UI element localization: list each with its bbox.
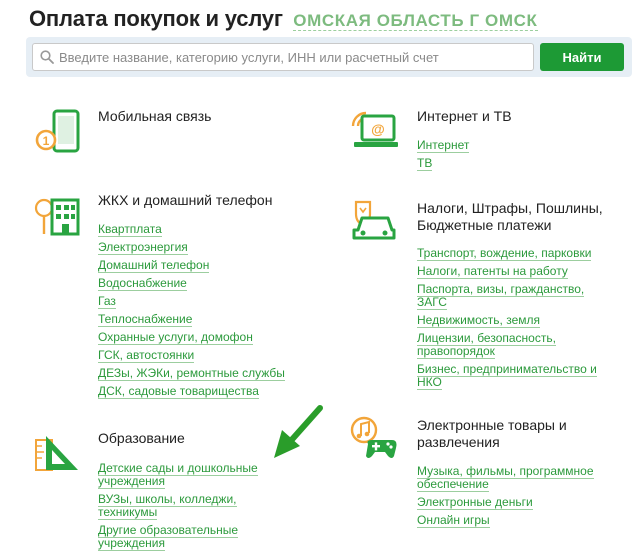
list-item: Газ bbox=[98, 292, 285, 310]
list-item: Другие образовательные bbox=[98, 521, 258, 538]
list-item: Бизнес, предпринимательство и bbox=[417, 360, 597, 377]
links-list: Детские сады и дошкольные учреждения ВУЗ… bbox=[98, 459, 258, 552]
list-item: Домашний телефон bbox=[98, 256, 285, 274]
list-item: ДСК, садовые товарищества bbox=[98, 382, 285, 400]
link-e-money[interactable]: Электронные деньги bbox=[417, 495, 533, 510]
links-list: Музыка, фильмы, программное обеспечение … bbox=[417, 462, 594, 529]
mobile-phone-icon: 1 bbox=[35, 109, 80, 153]
search-input[interactable] bbox=[59, 44, 524, 70]
ruler-triangle-icon bbox=[35, 436, 78, 471]
list-item: Лицензии, безопасность, bbox=[417, 329, 597, 346]
link-kvartplata[interactable]: Квартплата bbox=[98, 222, 162, 237]
link-kindergartens-cont[interactable]: учреждения bbox=[98, 474, 165, 489]
list-item: Недвижимость, земля bbox=[417, 311, 597, 329]
search-bar: Найти bbox=[26, 37, 632, 77]
house-tree-icon bbox=[34, 198, 80, 236]
svg-text:1: 1 bbox=[43, 134, 50, 148]
page-header: Оплата покупок и услуг ОМСКАЯ ОБЛАСТЬ Г … bbox=[29, 6, 538, 32]
region-selector[interactable]: ОМСКАЯ ОБЛАСТЬ Г ОМСК bbox=[293, 11, 538, 31]
list-item: Квартплата bbox=[98, 220, 285, 238]
link-electricity[interactable]: Электроэнергия bbox=[98, 240, 188, 255]
category-title[interactable]: Образование bbox=[98, 430, 185, 447]
link-taxes-patents[interactable]: Налоги, патенты на работу bbox=[417, 264, 568, 279]
link-water[interactable]: Водоснабжение bbox=[98, 276, 187, 291]
laptop-wifi-icon: @ bbox=[351, 111, 398, 147]
link-online-games[interactable]: Онлайн игры bbox=[417, 513, 490, 528]
link-dez[interactable]: ДЕЗы, ЖЭКи, ремонтные службы bbox=[98, 366, 285, 381]
list-item: Музыка, фильмы, программное bbox=[417, 462, 594, 479]
link-other-edu-cont[interactable]: учреждения bbox=[98, 536, 165, 551]
list-item: ТВ bbox=[417, 154, 469, 172]
list-item: Электронные деньги bbox=[417, 493, 594, 511]
pointer-arrow-icon bbox=[274, 405, 323, 458]
links-list: Квартплата Электроэнергия Домашний телеф… bbox=[98, 220, 285, 400]
link-licenses-cont[interactable]: правопорядок bbox=[417, 344, 495, 359]
list-item: Теплоснабжение bbox=[98, 310, 285, 328]
list-item: Охранные услуги, домофон bbox=[98, 328, 285, 346]
link-passports-cont[interactable]: ЗАГС bbox=[417, 295, 447, 310]
find-button[interactable]: Найти bbox=[540, 43, 624, 71]
emblem-car-icon bbox=[352, 200, 396, 240]
link-heating[interactable]: Теплоснабжение bbox=[98, 312, 193, 327]
list-item: Онлайн игры bbox=[417, 511, 594, 529]
category-title[interactable]: Интернет и ТВ bbox=[417, 108, 512, 125]
link-business-cont[interactable]: НКО bbox=[417, 375, 442, 390]
category-title-line1[interactable]: Электронные товары и bbox=[417, 417, 567, 434]
link-internet[interactable]: Интернет bbox=[417, 138, 470, 153]
link-music-films-cont[interactable]: обеспечение bbox=[417, 477, 489, 492]
category-title-line2[interactable]: развлечения bbox=[417, 434, 500, 451]
link-security[interactable]: Охранные услуги, домофон bbox=[98, 330, 253, 345]
category-title[interactable]: Мобильная связь bbox=[98, 108, 211, 125]
links-list: Интернет ТВ bbox=[417, 136, 470, 172]
category-title-line2[interactable]: Бюджетные платежи bbox=[417, 217, 551, 234]
links-list: Транспорт, вождение, парковки Налоги, па… bbox=[417, 244, 597, 391]
list-item: Паспорта, визы, гражданство, bbox=[417, 280, 597, 297]
link-business[interactable]: Бизнес, предпринимательство и bbox=[417, 362, 597, 377]
link-garages[interactable]: ГСК, автостоянки bbox=[98, 348, 195, 363]
list-item: ГСК, автостоянки bbox=[98, 346, 285, 364]
list-item: Транспорт, вождение, парковки bbox=[417, 244, 597, 262]
link-gas[interactable]: Газ bbox=[98, 294, 116, 309]
list-item: Водоснабжение bbox=[98, 274, 285, 292]
list-item: Налоги, патенты на работу bbox=[417, 262, 597, 280]
link-home-phone[interactable]: Домашний телефон bbox=[98, 258, 210, 273]
list-item: Электроэнергия bbox=[98, 238, 285, 256]
list-item: ВУЗы, школы, колледжи, bbox=[98, 490, 258, 507]
link-tv[interactable]: ТВ bbox=[417, 156, 433, 171]
svg-text:@: @ bbox=[371, 121, 385, 137]
list-item: ДЕЗы, ЖЭКи, ремонтные службы bbox=[98, 364, 285, 382]
music-gamepad-icon bbox=[350, 416, 397, 458]
search-icon bbox=[40, 50, 54, 64]
search-field[interactable] bbox=[32, 43, 534, 71]
link-universities-cont[interactable]: техникумы bbox=[98, 505, 158, 520]
list-item: Детские сады и дошкольные bbox=[98, 459, 258, 476]
category-title-line1[interactable]: Налоги, Штрафы, Пошлины, bbox=[417, 200, 603, 217]
category-title[interactable]: ЖКХ и домашний телефон bbox=[98, 192, 272, 209]
page-title: Оплата покупок и услуг bbox=[29, 6, 283, 31]
link-transport[interactable]: Транспорт, вождение, парковки bbox=[417, 246, 592, 261]
link-dsk[interactable]: ДСК, садовые товарищества bbox=[98, 384, 259, 399]
list-item: Интернет bbox=[417, 136, 470, 154]
link-real-estate[interactable]: Недвижимость, земля bbox=[417, 313, 541, 328]
